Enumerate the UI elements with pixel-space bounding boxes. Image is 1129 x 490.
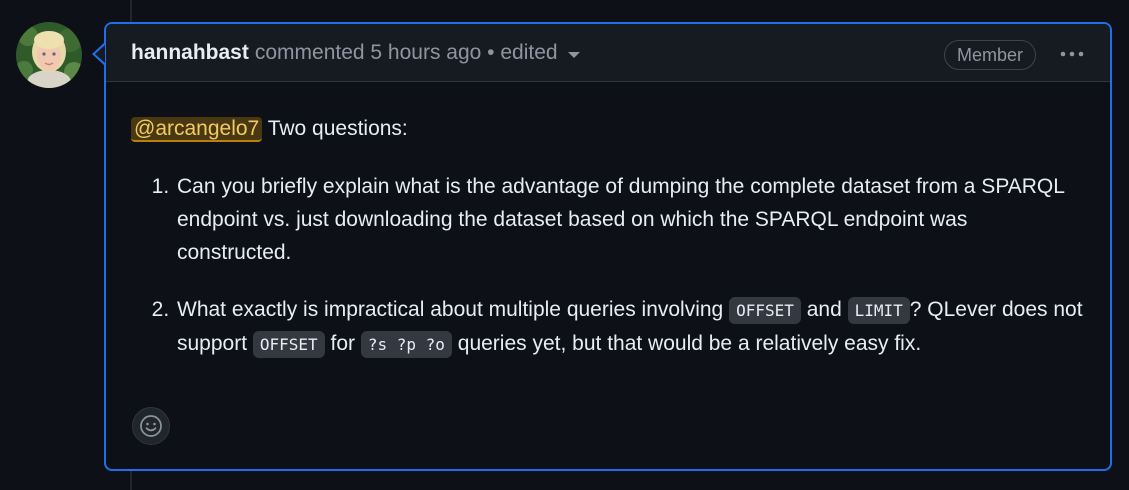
add-reaction-button[interactable] <box>132 407 170 445</box>
inline-code: ?s ?p ?o <box>360 331 452 358</box>
question-2-text-5: queries yet, but that would be a relativ… <box>451 332 922 355</box>
inline-code: OFFSET <box>252 331 325 358</box>
member-badge: Member <box>943 40 1036 70</box>
question-1-text: Can you briefly explain what is the adva… <box>177 175 1065 264</box>
user-mention-link[interactable]: @arcangelo7 <box>131 117 263 142</box>
avatar[interactable] <box>16 22 82 88</box>
comment-meta[interactable]: commented 5 hours ago • edited <box>255 41 558 65</box>
intro-line: @arcangelo7 Two questions: <box>131 112 1086 148</box>
question-2-text-4: for <box>324 332 361 355</box>
author-name[interactable]: hannahbast <box>131 41 249 65</box>
comment-body: @arcangelo7 Two questions: Can you brief… <box>106 82 1110 361</box>
inline-code: OFFSET <box>729 297 801 324</box>
list-item: What exactly is impractical about multip… <box>175 293 1086 361</box>
question-2-text-2: and <box>800 298 848 321</box>
chevron-down-icon[interactable] <box>567 51 580 58</box>
smiley-icon <box>140 415 162 437</box>
kebab-horizontal-icon[interactable] <box>1058 42 1086 66</box>
inline-code: LIMIT <box>847 297 910 324</box>
intro-text: Two questions: <box>262 117 408 140</box>
question-2-text-1: What exactly is impractical about multip… <box>177 298 730 321</box>
question-list: Can you briefly explain what is the adva… <box>131 170 1086 361</box>
comment-caret-inner <box>95 45 105 63</box>
list-item: Can you briefly explain what is the adva… <box>175 170 1086 269</box>
comment-header: hannahbast commented 5 hours ago • edite… <box>106 24 1110 82</box>
avatar-image <box>16 22 82 88</box>
comment-box: hannahbast commented 5 hours ago • edite… <box>104 22 1112 471</box>
